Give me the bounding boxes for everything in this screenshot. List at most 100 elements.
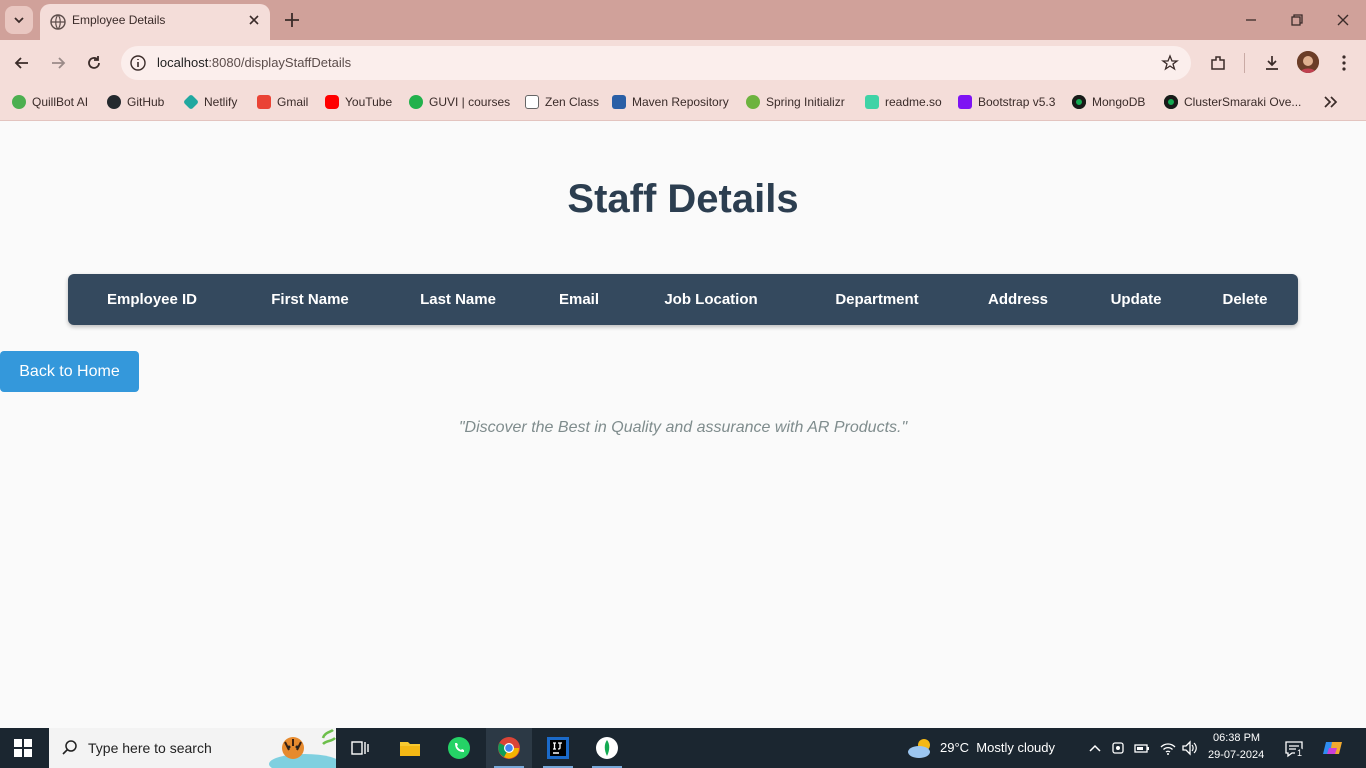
download-icon[interactable] xyxy=(1262,53,1282,73)
kebab-menu-icon[interactable] xyxy=(1334,53,1354,73)
wifi-icon[interactable] xyxy=(1159,739,1177,757)
bookmark-spring[interactable]: Spring Initializr xyxy=(746,93,845,111)
chrome-icon xyxy=(498,737,520,759)
intellij-icon xyxy=(547,737,569,759)
file-explorer-button[interactable] xyxy=(387,728,433,768)
column-update: Update xyxy=(1110,291,1162,308)
bookmark-guvi[interactable]: GUVI | courses xyxy=(409,93,510,111)
double-chevron-right-icon[interactable] xyxy=(1320,92,1340,112)
netlify-icon xyxy=(183,94,199,110)
bookmark-cluster[interactable]: ClusterSmaraki Ove... xyxy=(1164,93,1301,111)
youtube-icon xyxy=(325,95,339,109)
notification-badge: 1 xyxy=(1295,748,1305,758)
guvi-icon xyxy=(409,95,423,109)
bookmarks-bar: QuillBot AI GitHub Netlify Gmail YouTube… xyxy=(0,86,1366,121)
browser-tab[interactable]: Employee Details xyxy=(40,4,270,40)
bookmark-youtube[interactable]: YouTube xyxy=(325,93,392,111)
chevron-up-icon[interactable] xyxy=(1086,739,1104,757)
bookmark-label: readme.so xyxy=(885,95,942,109)
bookmark-zen-class[interactable]: Zen Class xyxy=(525,93,599,111)
reload-icon[interactable] xyxy=(84,53,104,73)
bookmark-label: YouTube xyxy=(345,95,393,109)
tagline: "Discover the Best in Quality and assura… xyxy=(458,419,908,436)
bookmark-label: Maven Repository xyxy=(632,95,729,109)
minimize-icon[interactable] xyxy=(1241,10,1261,30)
column-department: Department xyxy=(835,291,919,308)
bookmark-label: ClusterSmaraki Ove... xyxy=(1184,95,1302,109)
profile-avatar[interactable] xyxy=(1297,51,1319,73)
task-view-button[interactable] xyxy=(337,728,383,768)
bookmark-netlify[interactable]: Netlify xyxy=(183,93,238,111)
meet-now-icon[interactable] xyxy=(1110,739,1128,757)
column-address: Address xyxy=(987,291,1049,308)
url-path: :8080/displayStaffDetails xyxy=(208,55,352,70)
battery-icon[interactable] xyxy=(1133,739,1151,757)
new-tab-icon[interactable] xyxy=(282,10,302,30)
column-delete: Delete xyxy=(1222,291,1268,308)
gmail-icon xyxy=(257,95,271,109)
bookmark-quillbot[interactable]: QuillBot AI xyxy=(12,93,88,111)
bookmark-label: GUVI | courses xyxy=(429,95,511,109)
chevron-down-icon xyxy=(14,17,24,24)
windows-start-icon[interactable] xyxy=(14,739,32,757)
column-email: Email xyxy=(558,291,600,308)
intellij-button[interactable] xyxy=(535,728,581,768)
mongodb-compass-icon xyxy=(596,737,618,759)
github-icon xyxy=(107,95,121,109)
spring-icon xyxy=(746,95,760,109)
bootstrap-icon xyxy=(958,95,972,109)
close-window-icon[interactable] xyxy=(1333,10,1353,30)
readme-icon xyxy=(865,95,879,109)
zen-class-icon xyxy=(525,95,539,109)
page-content: Staff Details Employee ID First Name Las… xyxy=(0,121,1366,728)
column-employee-id: Employee ID xyxy=(106,291,198,308)
mongodb-icon xyxy=(1072,95,1086,109)
bookmark-label: GitHub xyxy=(127,95,165,109)
windows-taskbar: Type here to search 29°C Mostly cloudy 0… xyxy=(0,728,1366,768)
bookmark-label: Gmail xyxy=(277,95,309,109)
restore-icon[interactable] xyxy=(1287,10,1307,30)
bookmark-label: Bootstrap v5.3 xyxy=(978,95,1056,109)
volume-icon[interactable] xyxy=(1181,739,1199,757)
browser-toolbar: localhost:8080/displayStaffDetails xyxy=(0,40,1366,86)
weather-cloud-icon[interactable] xyxy=(906,737,934,759)
back-arrow-icon[interactable] xyxy=(12,53,32,73)
bookmark-bootstrap[interactable]: Bootstrap v5.3 xyxy=(958,93,1055,111)
column-last-name: Last Name xyxy=(420,291,496,308)
task-view-icon xyxy=(351,741,369,755)
mongodb-compass-button[interactable] xyxy=(584,728,630,768)
staff-table-header: Employee ID First Name Last Name Email J… xyxy=(68,274,1298,325)
forward-arrow-icon[interactable] xyxy=(48,53,68,73)
page-title: Staff Details xyxy=(567,177,799,221)
clock-time[interactable]: 06:38 PM xyxy=(1213,732,1260,744)
bookmark-label: MongoDB xyxy=(1092,95,1146,109)
tab-title: Employee Details xyxy=(72,13,166,27)
address-bar[interactable]: localhost:8080/displayStaffDetails xyxy=(121,46,1191,80)
bookmark-label: Zen Class xyxy=(545,95,600,109)
tiger-illustration-icon xyxy=(269,728,336,768)
tab-strip: Employee Details xyxy=(0,0,1366,40)
close-tab-icon[interactable] xyxy=(246,12,262,28)
bookmark-star-icon[interactable] xyxy=(1161,54,1179,72)
taskbar-search-box[interactable]: Type here to search xyxy=(49,728,336,768)
extensions-icon[interactable] xyxy=(1208,53,1228,73)
whatsapp-button[interactable] xyxy=(436,728,482,768)
mongodb-icon xyxy=(1164,95,1178,109)
url-text: localhost:8080/displayStaffDetails xyxy=(157,55,351,70)
tab-search-button[interactable] xyxy=(5,6,33,34)
copilot-icon[interactable] xyxy=(1322,738,1344,758)
bookmark-maven[interactable]: Maven Repository xyxy=(612,93,729,111)
back-to-home-button[interactable]: Back to Home xyxy=(0,351,139,392)
bookmark-readme[interactable]: readme.so xyxy=(865,93,942,111)
bookmark-mongodb[interactable]: MongoDB xyxy=(1072,93,1145,111)
bookmark-gmail[interactable]: Gmail xyxy=(257,93,308,111)
clock-date[interactable]: 29-07-2024 xyxy=(1208,749,1264,761)
bookmark-github[interactable]: GitHub xyxy=(107,93,164,111)
bookmark-label: QuillBot AI xyxy=(32,95,89,109)
site-info-icon[interactable] xyxy=(129,54,147,72)
chrome-button[interactable] xyxy=(486,728,532,768)
bookmark-label: Spring Initializr xyxy=(766,95,845,109)
bookmark-label: Netlify xyxy=(204,95,238,109)
folder-icon xyxy=(400,742,420,756)
weather-text[interactable]: 29°C Mostly cloudy xyxy=(940,740,1055,755)
